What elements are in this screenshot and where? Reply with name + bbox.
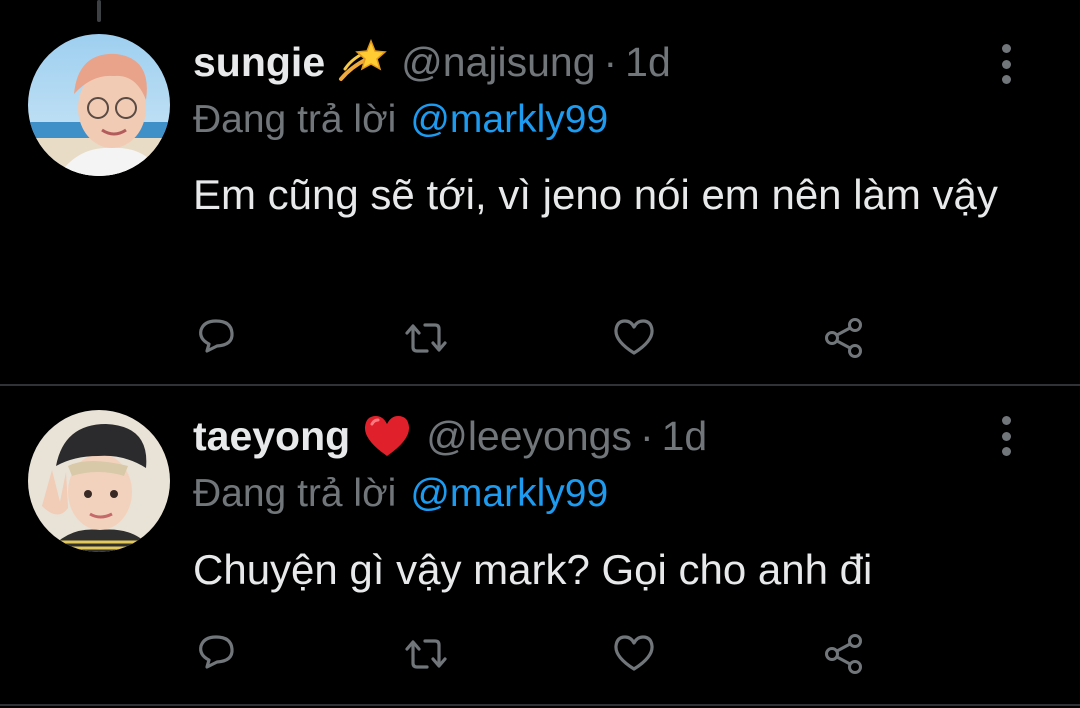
retweet-icon	[405, 639, 447, 669]
display-name[interactable]: taeyong	[193, 413, 350, 460]
reply-button[interactable]	[190, 628, 242, 680]
separator-dot: ·	[639, 412, 654, 459]
reply-prefix: Đang trả lời	[193, 98, 397, 141]
avatar[interactable]	[28, 410, 170, 552]
tweet[interactable]: sungie @najisung · 1d Đang trả lời @markl…	[0, 0, 1080, 384]
like-button[interactable]	[608, 312, 660, 364]
display-name[interactable]: sungie	[193, 39, 325, 86]
like-button[interactable]	[608, 628, 660, 680]
share-icon	[825, 634, 862, 674]
tweet-text: Em cũng sẽ tới, vì jeno nói em nên làm v…	[193, 171, 998, 218]
like-icon	[614, 319, 654, 355]
reply-prefix: Đang trả lời	[193, 472, 397, 515]
separator-dot: ·	[603, 38, 618, 85]
reply-mention-link[interactable]: @markly99	[410, 98, 608, 141]
user-handle[interactable]: @leeyongs	[426, 413, 632, 460]
tweet-header: taeyong @leeyongs · 1d	[193, 408, 707, 464]
avatar-image	[28, 410, 170, 552]
share-button[interactable]	[818, 312, 870, 364]
red-heart-emoji-icon	[362, 414, 412, 458]
retweet-icon	[405, 323, 447, 353]
more-options-icon[interactable]	[996, 44, 1016, 84]
timestamp[interactable]: 1d	[625, 39, 671, 86]
reply-mention-link[interactable]: @markly99	[410, 472, 608, 515]
share-icon	[825, 318, 862, 358]
reply-button[interactable]	[190, 312, 242, 364]
reply-icon	[199, 635, 234, 669]
share-button[interactable]	[818, 628, 870, 680]
avatar-image	[28, 34, 170, 176]
replying-to: Đang trả lời @markly99	[193, 98, 608, 142]
timestamp[interactable]: 1d	[662, 413, 708, 460]
replying-to: Đang trả lời @markly99	[193, 472, 608, 516]
tweet-text: Chuyện gì vậy mark? Gọi cho anh đi	[193, 546, 873, 593]
dizzy-star-emoji-icon	[337, 39, 387, 85]
like-icon	[614, 635, 654, 671]
tweet[interactable]: taeyong @leeyongs · 1d Đang trả lời @mark…	[0, 386, 1080, 704]
user-handle[interactable]: @najisung	[401, 39, 595, 86]
tweet-divider	[0, 704, 1080, 706]
avatar[interactable]	[28, 34, 170, 176]
reply-icon	[199, 319, 234, 353]
tweet-header: sungie @najisung · 1d	[193, 34, 671, 90]
retweet-button[interactable]	[400, 628, 452, 680]
more-options-icon[interactable]	[996, 416, 1016, 456]
retweet-button[interactable]	[400, 312, 452, 364]
